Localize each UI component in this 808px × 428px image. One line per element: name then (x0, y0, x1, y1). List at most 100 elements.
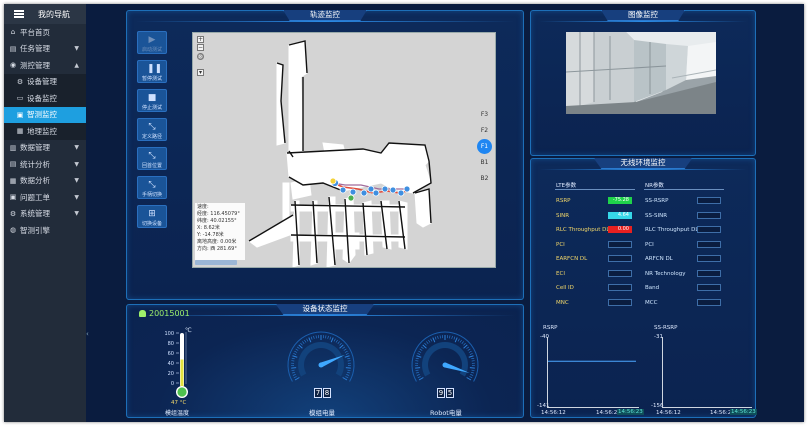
sidebar-item[interactable]: ▤ 统计分析 ▼ (4, 156, 86, 173)
ss-rsrp-chart: SS-RSRP -31 -156 14:56:12 14:56:2 14:56:… (644, 325, 757, 417)
sidebar-item[interactable]: ▣ 智测监控 (4, 106, 86, 123)
sidebar-item[interactable]: ◉ 测控管理 ▲ (4, 57, 86, 74)
caret-up-icon: ▲ (74, 61, 79, 69)
info-toggle-button[interactable] (195, 260, 237, 265)
switch-device-icon: ⊞ (148, 209, 156, 219)
floor-option[interactable]: B2 (477, 171, 492, 186)
lte-header: LTE参数 (556, 183, 577, 189)
control-button[interactable]: ⊞ 切换设备 (137, 205, 167, 228)
lte-param-label: PCI (556, 241, 565, 248)
floor-selector: F3 F2 F1 B1 B2 (477, 107, 493, 187)
ss-rsrp-chart-tstart: 14:56:12 (656, 410, 681, 416)
lte-param-value: 4.64 (608, 211, 632, 219)
floor-option[interactable]: B1 (477, 155, 492, 170)
nr-param-label: NR Technology (645, 270, 686, 277)
control-button-label: 手柄切换 (141, 192, 162, 198)
smart-monitor-icon: ▣ (16, 110, 24, 119)
floor-option[interactable]: F1 (477, 139, 492, 154)
control-button-label: 启动测试 (141, 47, 162, 53)
digit: 5 (446, 388, 454, 398)
control-button[interactable]: ▶ 启动测试 (137, 31, 167, 54)
nr-param-label: RLC Throughput DL (645, 227, 699, 233)
menu-icon[interactable] (14, 9, 24, 20)
geo-monitor-icon: ▦ (16, 127, 24, 136)
lte-param-value (608, 255, 632, 262)
sidebar-item-label: 智测引擎 (20, 225, 50, 235)
lte-param-label: SINR (556, 212, 570, 219)
digit: 7 (314, 388, 322, 398)
wireless-panel-title: 无线环境监控 (593, 158, 693, 169)
info-y: Y: -14.78米 (197, 232, 224, 238)
rsrp-series-line (548, 360, 636, 362)
nr-param-value (697, 255, 721, 262)
zoom-in-button[interactable]: + (197, 36, 204, 43)
lte-param-label: RSRP (556, 198, 571, 204)
sidebar-collapse-icon[interactable]: ‹ (86, 330, 91, 340)
sidebar-item-label: 问题工单 (20, 192, 50, 202)
analysis-icon: ▦ (9, 176, 17, 185)
digit: 9 (437, 388, 445, 398)
device-monitor-icon: ▭ (16, 94, 24, 103)
device-id[interactable]: 20015001 (139, 309, 190, 318)
floor-option[interactable]: F3 (477, 107, 492, 122)
sidebar-item[interactable]: ⚙ 系统管理 ▼ (4, 206, 86, 223)
layer-toggle-button[interactable]: ▾ (197, 69, 204, 76)
lte-param-label: Cell ID (556, 285, 574, 291)
thermo-tick: 0 (171, 381, 174, 387)
battery-value-digits: 78 (314, 388, 331, 398)
device-id-label: 20015001 (149, 309, 190, 318)
control-button[interactable]: ⤡ 定义路径 (137, 118, 167, 141)
lte-param-value (608, 240, 632, 248)
sidebar-item[interactable]: ▤ 任务管理 ▼ (4, 41, 86, 58)
info-longitude: 经度: 116.45079° (197, 211, 240, 217)
image-panel-title: 图像监控 (601, 10, 685, 21)
sidebar-item[interactable]: ▣ 问题工单 ▼ (4, 189, 86, 206)
image-monitor-panel: 图像监控 (530, 10, 756, 156)
sidebar-item-label: 测控管理 (20, 60, 50, 70)
caret-down-icon: ▼ (74, 177, 79, 185)
sidebar-item-label: 平台首页 (20, 27, 50, 37)
nr-param-label: SS-SINR (645, 212, 668, 219)
sidebar-item[interactable]: ◍ 智测引擎 (4, 222, 86, 239)
lte-param-value (608, 284, 632, 291)
lte-param-value: 0.00 (608, 226, 632, 233)
rsrp-chart-tstart: 14:56:12 (541, 410, 566, 416)
device-icon: ⚙ (16, 77, 24, 86)
control-button[interactable]: ■ 停止测试 (137, 89, 167, 112)
sidebar-item-label: 任务管理 (20, 44, 50, 54)
pause-icon: ❚❚ (147, 64, 163, 74)
sidebar-item[interactable]: ▭ 设备监控 (4, 90, 86, 107)
nr-param-value (697, 269, 721, 277)
android-icon (139, 310, 146, 317)
battery-gauge-dial (411, 331, 479, 382)
info-x: X: 8.62米 (197, 225, 220, 231)
info-speed: 速度: (197, 204, 209, 210)
sidebar-nav: ⌂ 平台首页 ▤ 任务管理 ▼ ◉ 测控管理 ▲ ⚙ 设备管理 ▭ 设备监控 ▣ 智测监控 ▦ 地理监控 ▥ 数据… (4, 24, 86, 239)
control-button[interactable]: ⤡ 手柄切换 (137, 176, 167, 199)
ticket-icon: ▣ (9, 193, 17, 202)
control-button-label: 定义路径 (141, 134, 162, 140)
zoom-out-button[interactable]: − (197, 44, 204, 51)
sidebar-item[interactable]: ▦ 地理监控 (4, 123, 86, 140)
floor-option[interactable]: F2 (477, 123, 492, 138)
sidebar-item[interactable]: ⚙ 设备管理 (4, 73, 86, 90)
nr-param-label: ARFCN DL (645, 256, 673, 262)
compass-icon[interactable]: ◎ (197, 53, 204, 60)
track-monitor-panel: 轨迹监控 ▶ 启动测试 ❚❚ 暂停测试 ■ 停止测试 ⤡ 定义路径 ⤡ 回首位置 ⤡ 手柄切换 ⊞ 切换设… (126, 10, 524, 300)
sidebar-item[interactable]: ▥ 数据管理 ▼ (4, 140, 86, 157)
home-icon: ⌂ (10, 28, 16, 37)
nr-param-label: SS-RSRP (645, 198, 669, 204)
rsrp-chart-tcurrent: 14:56:23 (617, 409, 644, 415)
engine-icon: ◍ (9, 226, 17, 235)
lte-param-label: EARFCN DL (556, 256, 588, 262)
indoor-map[interactable]: + − ◎ ▾ F3 F2 F1 B1 B2 速度: 经度: 116.45079° 纬度… (192, 32, 496, 268)
gear-icon: ⚙ (9, 209, 17, 218)
control-button[interactable]: ⤡ 回首位置 (137, 147, 167, 170)
nr-param-value (697, 197, 721, 204)
sidebar-item[interactable]: ⌂ 平台首页 (4, 24, 86, 41)
sidebar-item[interactable]: ▦ 数据分析 ▼ (4, 173, 86, 190)
ss-rsrp-chart-tcurrent: 14:56:23 (730, 409, 757, 415)
ss-rsrp-chart-tend: 14:56:2 (710, 410, 732, 416)
control-button[interactable]: ❚❚ 暂停测试 (137, 60, 167, 83)
nr-header: NR参数 (645, 183, 664, 189)
